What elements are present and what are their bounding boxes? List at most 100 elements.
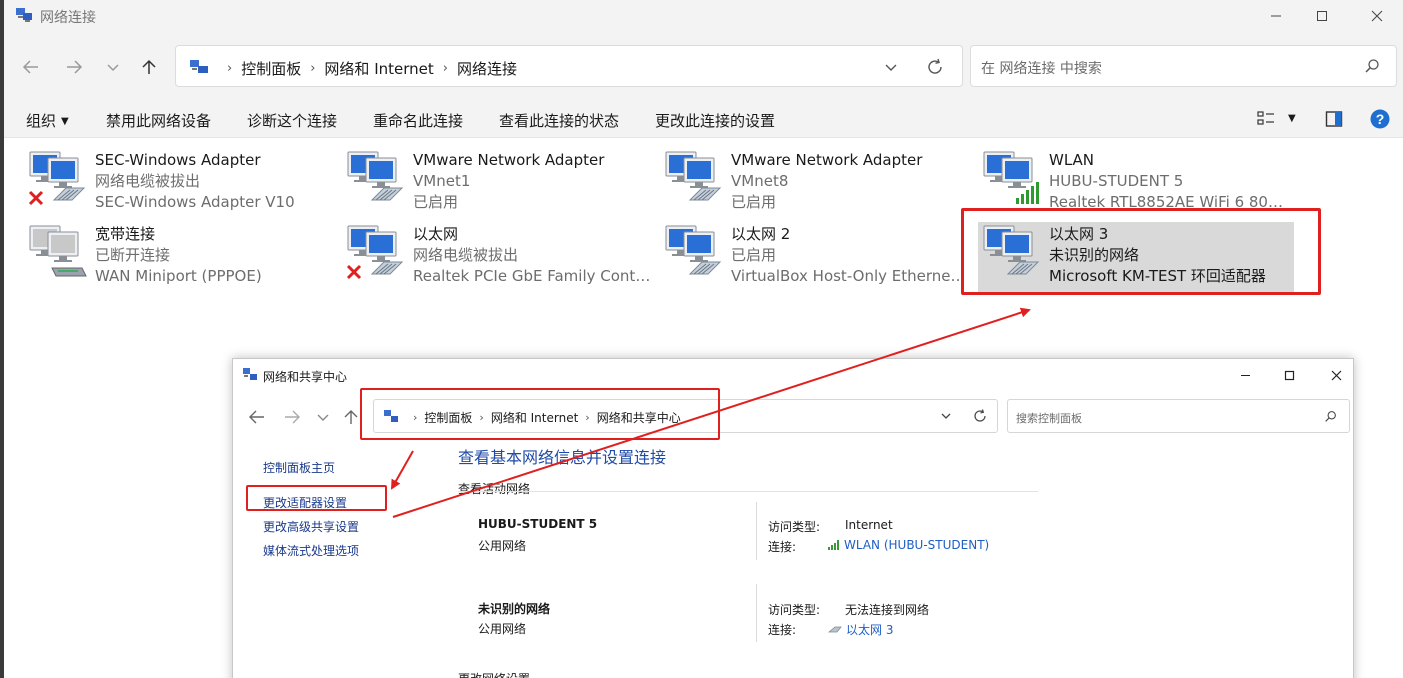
- adapter-status: VMnet1: [413, 172, 471, 190]
- adapter-status: VMnet8: [731, 172, 789, 190]
- close-icon: [1331, 370, 1341, 380]
- adapter-text: VMware Network Adapter VMnet8 已启用: [731, 150, 971, 213]
- wifi-signal-icon: [828, 540, 839, 550]
- rename-button[interactable]: 重命名此连接: [373, 110, 463, 131]
- sidebar-control-panel-home[interactable]: 控制面板主页: [263, 459, 335, 476]
- chevron-down-icon: [107, 64, 119, 72]
- recent-locations-button[interactable]: [102, 56, 124, 78]
- connection-label: 连接:: [768, 623, 797, 637]
- connection-link[interactable]: 以太网 3: [827, 621, 893, 638]
- adapter-item[interactable]: 以太网 2 已启用 VirtualBox Host-Only Ethernet ..…: [662, 224, 971, 290]
- ethernet-cable-icon: [52, 187, 86, 201]
- adapter-name: SEC-Windows Adapter: [95, 151, 261, 169]
- sidebar-media-streaming[interactable]: 媒体流式处理选项: [263, 542, 359, 559]
- disable-device-button[interactable]: 禁用此网络设备: [106, 110, 211, 131]
- connection-link[interactable]: WLAN (HUBU-STUDENT): [828, 538, 989, 552]
- inner-search-box[interactable]: 搜索控制面板: [1007, 399, 1350, 433]
- chevron-down-icon[interactable]: [939, 409, 953, 423]
- search-box[interactable]: 在 网络连接 中搜索: [970, 45, 1397, 87]
- adapter-device: SEC-Windows Adapter V10: [95, 193, 295, 211]
- chevron-down-icon[interactable]: [314, 408, 332, 426]
- inner-close-button[interactable]: [1321, 363, 1351, 387]
- maximize-button[interactable]: [1299, 0, 1345, 32]
- arrow-right-icon[interactable]: [283, 408, 301, 426]
- organize-menu[interactable]: 组织 ▼: [26, 110, 69, 131]
- inner-maximize-button[interactable]: [1274, 363, 1304, 387]
- adapter-text: WLAN HUBU-STUDENT 5 Realtek RTL8852AE WiFi…: [1049, 150, 1289, 213]
- adapter-item[interactable]: 宽带连接已断开连接 WAN Miniport (PPPOE): [26, 224, 326, 290]
- network-adapter-icon: [347, 151, 404, 201]
- address-bar[interactable]: › 控制面板 › 网络和 Internet › 网络连接: [175, 45, 963, 87]
- adapter-item[interactable]: 以太网网络电缆被拔出 Realtek PCIe GbE Family Contr.…: [344, 224, 653, 290]
- search-icon: [1365, 59, 1379, 73]
- network-type[interactable]: 公用网络: [478, 537, 526, 554]
- minimize-icon: [1240, 374, 1250, 376]
- adapter-item[interactable]: VMware Network Adapter VMnet8 已启用: [662, 150, 962, 216]
- network-adapter-icon: [665, 225, 722, 275]
- view-options-icon[interactable]: [1257, 110, 1275, 128]
- refresh-icon[interactable]: [972, 408, 988, 424]
- adapter-name: 以太网: [413, 225, 459, 243]
- inner-minimize-button[interactable]: [1230, 363, 1260, 387]
- adapter-name: 宽带连接: [95, 225, 156, 243]
- search-icon: [1325, 411, 1336, 422]
- back-button[interactable]: [20, 56, 42, 78]
- arrow-up-icon[interactable]: [342, 408, 360, 426]
- refresh-icon[interactable]: [925, 57, 945, 77]
- adapter-name: VMware Network Adapter: [413, 151, 605, 169]
- search-input[interactable]: 在 网络连接 中搜索: [981, 58, 1102, 78]
- ethernet-cable-icon: [370, 187, 404, 201]
- sidebar-advanced-sharing[interactable]: 更改高级共享设置: [263, 518, 359, 535]
- network-connections-app-icon: [16, 8, 32, 22]
- network-adapter-icon: [28, 151, 86, 206]
- arrow-right-icon: [67, 60, 83, 74]
- window-title: 网络连接: [40, 10, 96, 26]
- network-type[interactable]: 公用网络: [478, 620, 526, 637]
- access-type-label: 访问类型:: [768, 603, 821, 617]
- disconnected-x-icon: [346, 264, 362, 280]
- adapter-device: Realtek PCIe GbE Family Contr...: [413, 267, 653, 285]
- breadcrumb-control-panel[interactable]: 控制面板: [241, 58, 301, 79]
- disconnected-x-icon: [28, 190, 44, 206]
- adapter-name: VMware Network Adapter: [731, 151, 923, 169]
- network-sharing-icon: [243, 368, 257, 380]
- adapter-item[interactable]: WLAN HUBU-STUDENT 5 Realtek RTL8852AE WiFi…: [980, 150, 1289, 216]
- connection-link-text[interactable]: WLAN (HUBU-STUDENT): [844, 538, 989, 552]
- network-adapter-icon: [29, 225, 87, 277]
- connection-link-text[interactable]: 以太网 3: [846, 623, 893, 637]
- preview-pane-icon[interactable]: [1325, 110, 1343, 128]
- change-settings-button[interactable]: 更改此连接的设置: [655, 110, 775, 131]
- chevron-down-icon[interactable]: [882, 58, 900, 76]
- section-divider: [458, 491, 1038, 492]
- adapter-device: 已启用: [413, 193, 459, 211]
- adapter-item[interactable]: SEC-Windows Adapter 网络电缆被拔出 SEC-Windows Ad…: [26, 150, 326, 216]
- network-folder-icon: [190, 60, 208, 73]
- adapter-item[interactable]: VMware Network Adapter VMnet1 已启用: [344, 150, 644, 216]
- minimize-button[interactable]: [1253, 0, 1299, 32]
- arrow-left-icon: [22, 60, 38, 74]
- arrow-left-icon[interactable]: [248, 408, 266, 426]
- maximize-icon: [1317, 11, 1327, 21]
- network-name: HUBU-STUDENT 5: [478, 517, 598, 531]
- forward-button[interactable]: [63, 56, 85, 78]
- highlight-box-adapter-settings: [246, 485, 387, 511]
- breadcrumb-network-connections[interactable]: 网络连接: [457, 58, 517, 79]
- active-networks-label: 查看活动网络: [458, 482, 531, 496]
- adapter-status: 网络电缆被拔出: [413, 246, 519, 264]
- network-adapter-icon: [665, 151, 722, 201]
- up-button[interactable]: [138, 56, 160, 78]
- adapter-device: WAN Miniport (PPPOE): [95, 267, 262, 285]
- adapter-status: 网络电缆被拔出: [95, 172, 201, 190]
- help-icon[interactable]: ?: [1370, 109, 1390, 129]
- network-adapter-icon: [346, 225, 404, 280]
- view-dropdown-icon[interactable]: ▼: [1288, 113, 1296, 124]
- inner-search-input[interactable]: 搜索控制面板: [1016, 410, 1082, 426]
- close-button[interactable]: [1354, 0, 1400, 32]
- view-status-button[interactable]: 查看此连接的状态: [499, 110, 619, 131]
- breadcrumb-network-internet[interactable]: 网络和 Internet: [324, 58, 433, 79]
- column-divider: [756, 502, 757, 560]
- modem-icon: [51, 267, 87, 277]
- adapter-name: WLAN: [1049, 151, 1095, 169]
- adapter-status: 已断开连接: [95, 246, 171, 264]
- diagnose-button[interactable]: 诊断这个连接: [247, 110, 337, 131]
